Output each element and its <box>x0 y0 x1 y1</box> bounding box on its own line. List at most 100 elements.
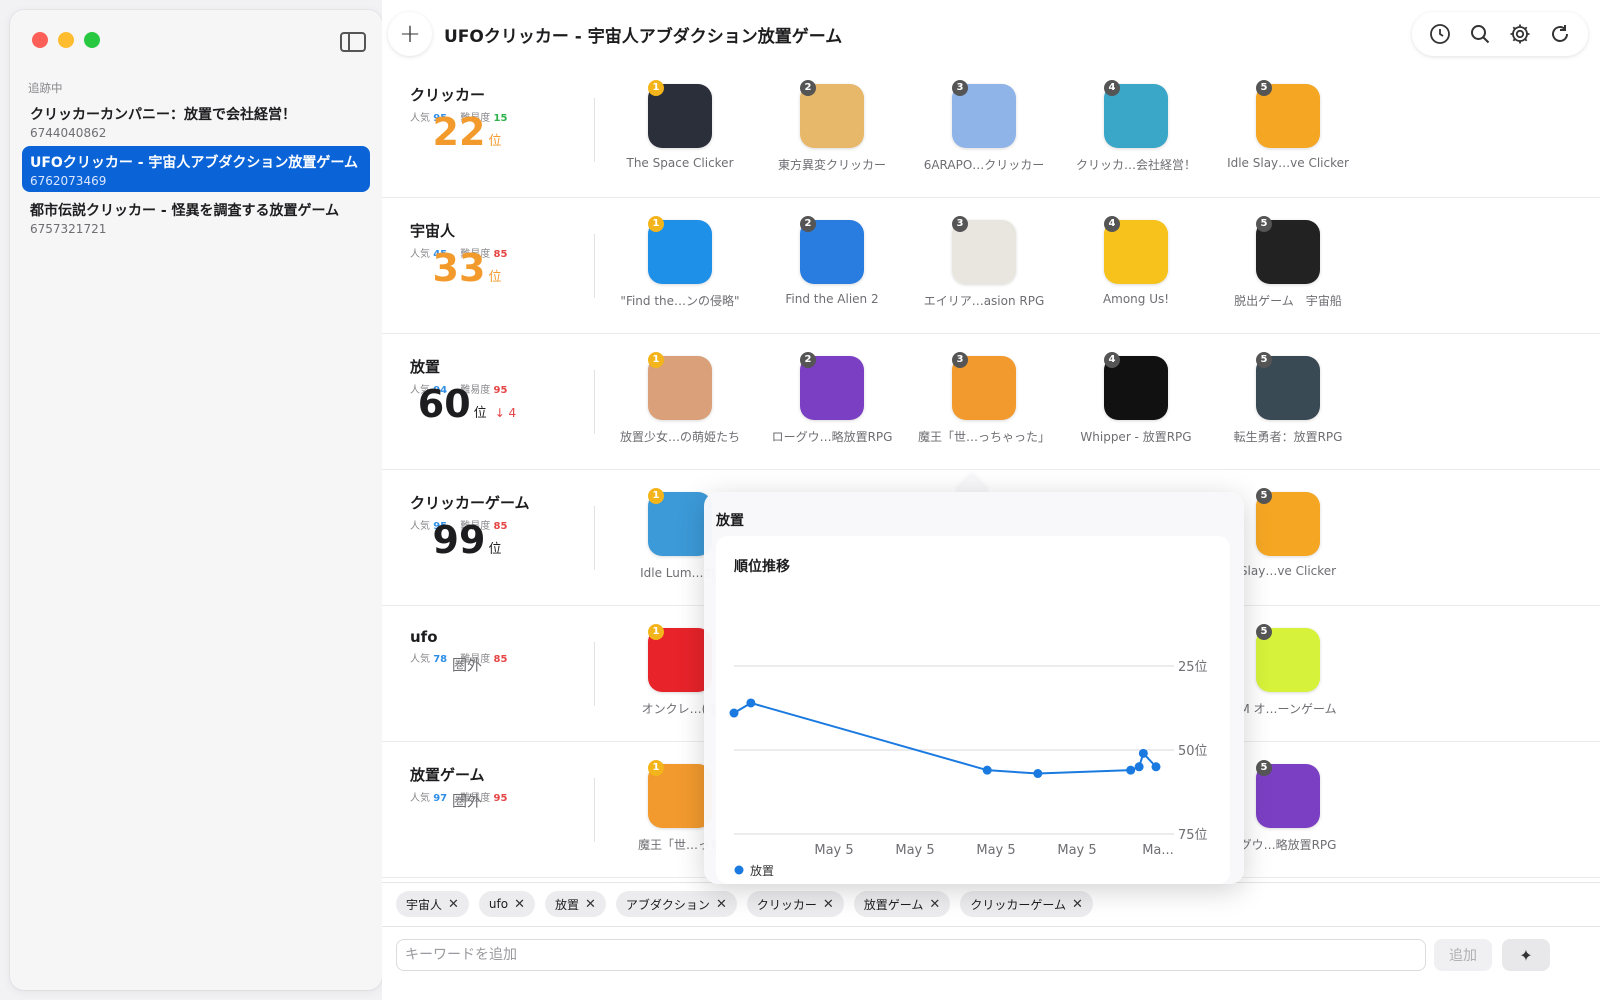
app-rank-badge: 5 <box>1256 488 1272 504</box>
keyword-rank: 圏外 <box>382 654 552 675</box>
add-button[interactable]: + <box>388 12 432 56</box>
plus-icon: + <box>399 19 421 49</box>
minimize-window-button[interactable] <box>58 32 74 48</box>
keyword-rank: 22 位 <box>382 110 552 154</box>
keyword-input[interactable] <box>396 939 1426 971</box>
x-tick-label: May 5 <box>1057 843 1096 858</box>
rank-unit: 位 <box>488 542 502 557</box>
app-rank-badge: 5 <box>1256 760 1272 776</box>
ranked-app[interactable]: 2 ローグウ…略放置RPG <box>756 352 908 445</box>
row-divider <box>594 506 595 570</box>
app-rank-badge: 2 <box>800 80 816 96</box>
keyword-input-bar: 追加 ✦ <box>382 926 1600 1000</box>
zoom-window-button[interactable] <box>84 32 100 48</box>
rank-history-chart: 25位 50位 75位 May 5 May 5 May 5 May 5 Ma... 放置 <box>729 660 1208 878</box>
app-name: Idle Slay…ve Clicker <box>1227 156 1349 170</box>
tracked-app-list: クリッカーカンパニー：放置で会社経営！ 6744040862 UFOクリッカー -… <box>22 98 370 242</box>
app-name: 放置少女…の萌姫たち <box>619 430 740 444</box>
rank-history-popover: 放置 順位推移 25位 50位 75位 May 5 May 5 May 5 May 5 Ma.… <box>704 492 1244 884</box>
ranked-app[interactable]: 1 The Space Clicker <box>604 80 756 173</box>
keyword-name: 放置ゲーム <box>410 766 485 784</box>
app-name: The Space Clicker <box>626 156 734 170</box>
app-name: Among Us! <box>1102 292 1170 306</box>
row-divider <box>594 370 595 434</box>
keyword-chip[interactable]: クリッカー ✕ <box>746 891 844 917</box>
keyword-row[interactable]: クリッカー 人気 95 難易度 15 22 位 1 The Space Click… <box>382 62 1600 198</box>
app-name: Find the Alien 2 <box>785 292 879 306</box>
keyword-chip[interactable]: アブダクション ✕ <box>615 891 737 917</box>
search-icon[interactable] <box>1467 21 1493 47</box>
y-tick-label: 75位 <box>1178 828 1208 843</box>
ranked-app[interactable]: 5 脱出ゲーム 宇宙船 <box>1212 216 1364 309</box>
ranked-app[interactable]: 4 Among Us! <box>1060 216 1212 309</box>
keyword-row[interactable]: 宇宙人 人気 45 難易度 85 33 位 1 "Find the…ンの侵略" 2… <box>382 198 1600 334</box>
remove-chip-icon[interactable]: ✕ <box>823 897 834 912</box>
app-rank-badge: 2 <box>800 352 816 368</box>
app-rank-badge: 3 <box>952 352 968 368</box>
data-point <box>729 708 739 718</box>
row-divider <box>594 234 595 298</box>
sparkle-icon: ✦ <box>1519 945 1533 965</box>
ranked-app[interactable]: 5 Idle Slay…ve Clicker <box>1212 80 1364 173</box>
ranked-app[interactable]: 5 転生勇者：放置RPG <box>1212 352 1364 445</box>
remove-chip-icon[interactable]: ✕ <box>929 897 940 912</box>
keyword-chip[interactable]: 放置ゲーム ✕ <box>853 891 951 917</box>
app-rank-badge: 5 <box>1256 216 1272 232</box>
remove-chip-icon[interactable]: ✕ <box>585 897 596 912</box>
app-rank-badge: 2 <box>800 216 816 232</box>
tracked-app-id: 6762073469 <box>30 174 107 188</box>
close-window-button[interactable] <box>32 32 48 48</box>
x-tick-label: May 5 <box>895 843 934 858</box>
remove-chip-icon[interactable]: ✕ <box>514 897 525 912</box>
app-rank-badge: 4 <box>1104 352 1120 368</box>
sidebar-toggle-icon[interactable] <box>340 32 366 52</box>
chip-label: アブダクション <box>625 897 710 912</box>
legend-label: 放置 <box>750 863 774 878</box>
ranked-app[interactable]: 1 放置少女…の萌姫たち <box>604 352 756 445</box>
keyword-name: ufo <box>410 628 438 646</box>
ranked-app[interactable]: 2 東方異変クリッカー <box>756 80 908 173</box>
ranked-app[interactable]: 1 "Find the…ンの侵略" <box>604 216 756 309</box>
ranked-app[interactable]: 4 クリッカ…会社経営！ <box>1060 80 1212 173</box>
ranked-app[interactable]: 3 エイリア…asion RPG <box>908 216 1060 309</box>
keyword-name: 宇宙人 <box>410 222 456 240</box>
remove-chip-icon[interactable]: ✕ <box>716 897 727 912</box>
keyword-chip[interactable]: 放置 ✕ <box>545 891 606 917</box>
tracked-app-item[interactable]: UFOクリッカー - 宇宙人アブダクション放置ゲーム 6762073469 <box>22 146 370 192</box>
tracked-app-id: 6744040862 <box>30 126 107 140</box>
sparkle-button[interactable]: ✦ <box>1502 939 1550 971</box>
history-icon[interactable] <box>1427 21 1453 47</box>
keyword-chip[interactable]: ufo ✕ <box>478 891 535 917</box>
tracked-app-id: 6757321721 <box>30 222 107 236</box>
app-rank-badge: 1 <box>648 216 664 232</box>
ranked-app[interactable]: 3 6ARAPO…クリッカー <box>908 80 1060 173</box>
ranked-app[interactable]: 4 Whipper - 放置RPG <box>1060 352 1212 445</box>
chip-label: クリッカーゲーム <box>970 897 1066 912</box>
data-point <box>1151 762 1161 772</box>
keyword-chips: 宇宙人 ✕ ufo ✕ 放置 ✕ アブダクション ✕ クリッカー ✕ 放置ゲーム ✕ クリッカーゲーム ✕ <box>382 882 1600 926</box>
popover-title: 放置 <box>716 513 744 529</box>
keyword-row[interactable]: 放置 人気 94 難易度 95 60 位 ↓ 4 1 放置少女…の萌姫たち 2 ロー… <box>382 334 1600 470</box>
app-name: エイリア…asion RPG <box>923 294 1045 308</box>
keyword-chip[interactable]: クリッカーゲーム ✕ <box>960 891 1093 917</box>
add-keyword-button[interactable]: 追加 <box>1434 939 1492 971</box>
row-divider <box>594 98 595 162</box>
ranked-app[interactable]: 2 Find the Alien 2 <box>756 216 908 309</box>
gear-icon[interactable] <box>1507 21 1533 47</box>
rank-value: 22 <box>432 110 486 154</box>
data-point <box>1134 762 1144 772</box>
ranked-app[interactable]: 3 魔王「世…っちゃった」 <box>908 352 1060 445</box>
app-name: クリッカ…会社経営！ <box>1075 158 1196 172</box>
keyword-chip[interactable]: 宇宙人 ✕ <box>396 891 469 917</box>
remove-chip-icon[interactable]: ✕ <box>1072 897 1083 912</box>
data-point <box>746 698 756 708</box>
top-apps: 1 The Space Clicker 2 東方異変クリッカー 3 6ARAPO… <box>604 80 1364 173</box>
app-rank-badge: 4 <box>1104 216 1120 232</box>
app-name: 転生勇者：放置RPG <box>1233 430 1343 444</box>
tracked-app-item[interactable]: クリッカーカンパニー：放置で会社経営！ 6744040862 <box>22 98 370 144</box>
keyword-rank: 99 位 <box>382 518 552 562</box>
remove-chip-icon[interactable]: ✕ <box>448 897 459 912</box>
keyword-rank: 33 位 <box>382 246 552 290</box>
refresh-icon[interactable] <box>1547 21 1573 47</box>
tracked-app-item[interactable]: 都市伝説クリッカー - 怪異を調査する放置ゲーム 6757321721 <box>22 194 370 240</box>
